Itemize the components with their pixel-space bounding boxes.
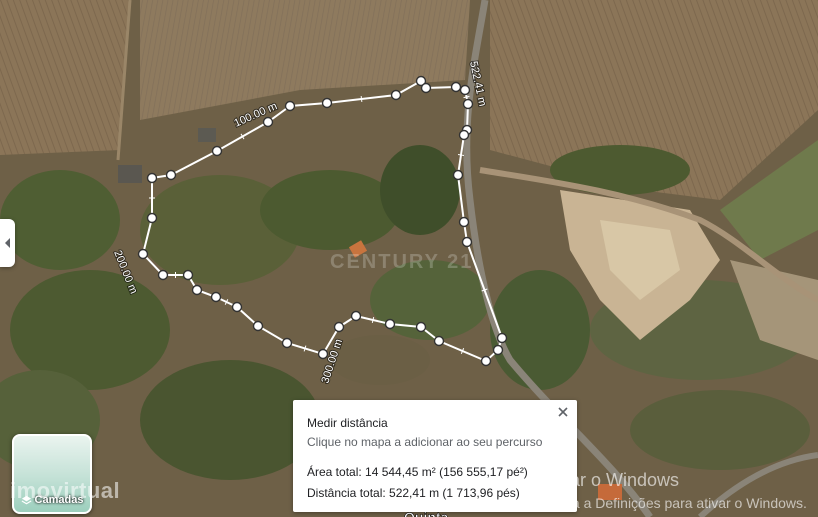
measure-waypoint[interactable]: [420, 82, 432, 94]
measure-waypoint[interactable]: [480, 355, 492, 367]
close-icon: [558, 407, 568, 417]
measure-waypoint[interactable]: [252, 320, 264, 332]
windows-activation-title: Ativar o Windows: [540, 470, 680, 490]
measure-waypoint[interactable]: [492, 344, 504, 356]
measure-waypoint[interactable]: [461, 236, 473, 248]
measure-waypoint[interactable]: [182, 269, 194, 281]
measure-waypoint[interactable]: [210, 291, 222, 303]
measure-waypoint[interactable]: [262, 116, 274, 128]
map-watermark-century21: CENTURY 21: [330, 251, 473, 273]
measure-tick: [360, 95, 363, 103]
measure-waypoint[interactable]: [384, 318, 396, 330]
measure-waypoint[interactable]: [462, 98, 474, 110]
measure-waypoint[interactable]: [281, 337, 293, 349]
measure-waypoint[interactable]: [137, 248, 149, 260]
measure-waypoint[interactable]: [452, 169, 464, 181]
measure-waypoint[interactable]: [433, 335, 445, 347]
measure-waypoint[interactable]: [350, 310, 362, 322]
measure-waypoint[interactable]: [284, 100, 296, 112]
measure-waypoint[interactable]: [317, 348, 329, 360]
total-distance-text: Distância total: 522,41 m (1 713,96 pés): [307, 486, 520, 500]
measure-waypoint[interactable]: [191, 284, 203, 296]
windows-activation-subtitle: Aceda a Definições para ativar o Windows…: [540, 495, 807, 511]
collapse-side-panel-button[interactable]: [0, 219, 15, 267]
imovirtual-watermark: imovirtual: [10, 478, 121, 503]
windows-activation-watermark: Ativar o Windows Aceda a Definições para…: [540, 470, 807, 512]
measure-waypoint[interactable]: [458, 129, 470, 141]
measure-waypoint[interactable]: [459, 84, 471, 96]
measure-waypoint[interactable]: [333, 321, 345, 333]
measure-waypoint[interactable]: [146, 172, 158, 184]
measure-waypoint[interactable]: [450, 81, 462, 93]
total-area-text: Área total: 14 544,45 m² (156 555,17 pé²…: [307, 465, 528, 479]
measure-waypoint[interactable]: [146, 212, 158, 224]
measure-waypoint[interactable]: [321, 97, 333, 109]
measure-waypoint[interactable]: [165, 169, 177, 181]
measure-waypoint[interactable]: [211, 145, 223, 157]
measure-panel-hint: Clique no mapa a adicionar ao seu percur…: [307, 435, 543, 449]
measure-waypoint[interactable]: [458, 216, 470, 228]
measure-waypoint[interactable]: [415, 321, 427, 333]
measure-waypoint[interactable]: [496, 332, 508, 344]
chevron-left-icon: [4, 238, 10, 248]
close-measure-button[interactable]: [555, 404, 571, 420]
field-northwest: [0, 0, 130, 155]
measure-waypoint[interactable]: [390, 89, 402, 101]
measure-distance-panel: Medir distância Clique no mapa a adicion…: [293, 400, 577, 512]
measure-waypoint[interactable]: [157, 269, 169, 281]
measure-waypoint[interactable]: [231, 301, 243, 313]
measure-panel-title: Medir distância: [307, 416, 388, 430]
